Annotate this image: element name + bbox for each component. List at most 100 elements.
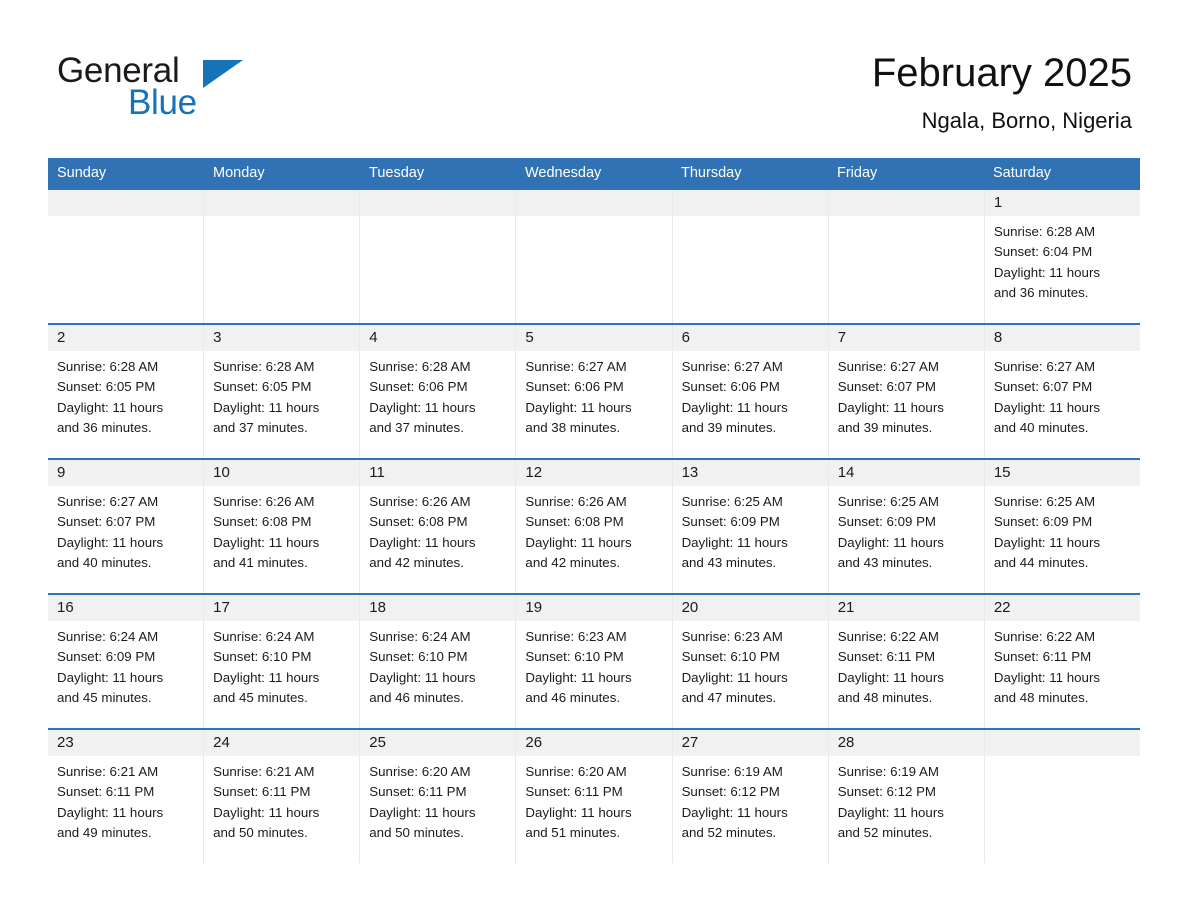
calendar-day-cell[interactable]: 21 Sunrise: 6:22 AM Sunset: 6:11 PM Dayligh… <box>827 595 984 728</box>
day-number: 18 <box>369 599 386 616</box>
calendar-day-cell[interactable]: 17 Sunrise: 6:24 AM Sunset: 6:10 PM Dayligh… <box>203 595 360 728</box>
daylight-text-cont: and 37 minutes. <box>369 419 464 435</box>
day-number-band: 9 <box>48 460 204 486</box>
weekday-header-wednesday: Wednesday <box>525 165 602 181</box>
day-number: 4 <box>369 329 378 346</box>
calendar-day-cell[interactable]: 7 Sunrise: 6:27 AM Sunset: 6:07 PM Daylight… <box>827 325 984 458</box>
day-details: Sunrise: 6:23 AM Sunset: 6:10 PM Daylight:… <box>516 621 671 708</box>
day-number-band <box>360 190 516 216</box>
calendar-day-cell[interactable]: 24 Sunrise: 6:21 AM Sunset: 6:11 PM Dayligh… <box>203 730 360 863</box>
day-number-band <box>48 190 204 216</box>
daylight-text-cont: and 52 minutes. <box>837 824 933 840</box>
day-number-band: 25 <box>360 730 516 756</box>
daylight-text-cont: and 36 minutes. <box>57 419 152 435</box>
calendar-week-row: 16 Sunrise: 6:24 AM Sunset: 6:09 PM Dayligh… <box>48 593 1140 728</box>
daylight-text-cont: and 41 minutes. <box>213 554 308 570</box>
calendar-day-cell[interactable]: 18 Sunrise: 6:24 AM Sunset: 6:10 PM Dayligh… <box>359 595 516 728</box>
weekday-header-saturday: Saturday <box>993 165 1052 181</box>
calendar-day-cell[interactable]: 9 Sunrise: 6:27 AM Sunset: 6:07 PM Daylight… <box>48 460 204 593</box>
calendar-day-cell[interactable]: 8 Sunrise: 6:27 AM Sunset: 6:07 PM Daylight… <box>983 325 1140 458</box>
sunset-text: Sunset: 6:11 PM <box>57 784 155 800</box>
calendar-day-cell[interactable]: 23 Sunrise: 6:21 AM Sunset: 6:11 PM Dayligh… <box>48 730 204 863</box>
calendar-day-cell[interactable]: 13 Sunrise: 6:25 AM Sunset: 6:09 PM Dayligh… <box>671 460 828 593</box>
day-number: 17 <box>213 599 230 616</box>
day-number-band: 6 <box>672 325 828 351</box>
day-number-band: 8 <box>984 325 1140 351</box>
calendar-day-cell[interactable]: 16 Sunrise: 6:24 AM Sunset: 6:09 PM Dayligh… <box>48 595 204 728</box>
day-number: 1 <box>993 194 1003 211</box>
calendar-day-cell[interactable]: 11 Sunrise: 6:26 AM Sunset: 6:08 PM Dayligh… <box>359 460 516 593</box>
day-number: 15 <box>993 464 1011 481</box>
day-details: Sunrise: 6:20 AM Sunset: 6:11 PM Daylight:… <box>516 756 671 843</box>
calendar-day-cell[interactable]: 27 Sunrise: 6:19 AM Sunset: 6:12 PM Dayligh… <box>671 730 828 863</box>
calendar-day-cell[interactable]: 1 Sunrise: 6:28 AM Sunset: 6:04 PM Daylight… <box>983 190 1140 323</box>
sunrise-text: Sunrise: 6:19 AM <box>681 764 783 779</box>
day-number-band <box>828 190 984 216</box>
daylight-text-cont: and 46 minutes. <box>525 689 621 705</box>
day-details: Sunrise: 6:25 AM Sunset: 6:09 PM Daylight:… <box>829 486 984 573</box>
day-number-band <box>204 190 360 216</box>
day-details <box>204 216 359 222</box>
day-number-band: 20 <box>672 595 828 621</box>
day-details: Sunrise: 6:19 AM Sunset: 6:12 PM Daylight:… <box>829 756 984 843</box>
daylight-text: Daylight: 11 hours <box>525 804 632 820</box>
day-details: Sunrise: 6:26 AM Sunset: 6:08 PM Daylight:… <box>360 486 515 573</box>
sunset-text: Sunset: 6:04 PM <box>993 244 1093 260</box>
sunrise-text: Sunrise: 6:26 AM <box>213 494 315 509</box>
calendar-day-cell[interactable]: 19 Sunrise: 6:23 AM Sunset: 6:10 PM Dayligh… <box>515 595 672 728</box>
calendar-day-cell[interactable]: 6 Sunrise: 6:27 AM Sunset: 6:06 PM Daylight… <box>671 325 828 458</box>
day-number-band: 11 <box>360 460 516 486</box>
calendar-day-cell[interactable]: 26 Sunrise: 6:20 AM Sunset: 6:11 PM Dayligh… <box>515 730 672 863</box>
weekday-header-sunday: Sunday <box>57 165 107 181</box>
daylight-text: Daylight: 11 hours <box>57 534 164 550</box>
calendar-day-cell[interactable]: 12 Sunrise: 6:26 AM Sunset: 6:08 PM Dayligh… <box>515 460 672 593</box>
calendar-day-cell[interactable]: 2 Sunrise: 6:28 AM Sunset: 6:05 PM Daylight… <box>48 325 204 458</box>
day-details <box>985 756 1140 762</box>
calendar-day-cell[interactable]: 15 Sunrise: 6:25 AM Sunset: 6:09 PM Dayligh… <box>983 460 1140 593</box>
sunrise-text: Sunrise: 6:22 AM <box>993 629 1096 644</box>
daylight-text: Daylight: 11 hours <box>837 804 944 820</box>
day-details <box>48 216 203 222</box>
daylight-text: Daylight: 11 hours <box>837 669 944 685</box>
daylight-text: Daylight: 11 hours <box>993 264 1101 280</box>
day-details: Sunrise: 6:21 AM Sunset: 6:11 PM Daylight:… <box>204 756 359 843</box>
daylight-text-cont: and 40 minutes. <box>57 554 152 570</box>
day-number-band: 28 <box>828 730 984 756</box>
day-number-band <box>984 730 1140 756</box>
sunset-text: Sunset: 6:06 PM <box>681 379 780 395</box>
calendar-day-cell[interactable]: 4 Sunrise: 6:28 AM Sunset: 6:06 PM Daylight… <box>359 325 516 458</box>
daylight-text: Daylight: 11 hours <box>57 669 164 685</box>
calendar-day-cell[interactable]: 3 Sunrise: 6:28 AM Sunset: 6:05 PM Daylight… <box>203 325 360 458</box>
day-number: 24 <box>213 734 230 751</box>
day-details: Sunrise: 6:27 AM Sunset: 6:06 PM Daylight:… <box>516 351 671 438</box>
daylight-text: Daylight: 11 hours <box>993 669 1101 685</box>
calendar-day-cell[interactable]: 22 Sunrise: 6:22 AM Sunset: 6:11 PM Dayligh… <box>983 595 1140 728</box>
sunset-text: Sunset: 6:12 PM <box>837 784 937 800</box>
sunset-text: Sunset: 6:11 PM <box>369 784 467 800</box>
sunrise-text: Sunrise: 6:24 AM <box>369 629 471 644</box>
sunset-text: Sunset: 6:06 PM <box>525 379 624 395</box>
calendar-day-cell[interactable]: 20 Sunrise: 6:23 AM Sunset: 6:10 PM Dayligh… <box>671 595 828 728</box>
calendar-day-cell[interactable]: 28 Sunrise: 6:19 AM Sunset: 6:12 PM Dayligh… <box>827 730 984 863</box>
sunset-text: Sunset: 6:11 PM <box>837 649 936 665</box>
day-details: Sunrise: 6:26 AM Sunset: 6:08 PM Daylight:… <box>204 486 359 573</box>
calendar-day-cell-empty <box>48 190 204 323</box>
calendar-day-cell[interactable]: 14 Sunrise: 6:25 AM Sunset: 6:09 PM Dayligh… <box>827 460 984 593</box>
day-details: Sunrise: 6:27 AM Sunset: 6:06 PM Daylight:… <box>673 351 828 438</box>
sunrise-text: Sunrise: 6:20 AM <box>525 764 627 779</box>
sunset-text: Sunset: 6:12 PM <box>681 784 780 800</box>
daylight-text: Daylight: 11 hours <box>681 399 788 415</box>
daylight-text-cont: and 52 minutes. <box>681 824 777 840</box>
daylight-text-cont: and 44 minutes. <box>993 554 1089 570</box>
calendar-day-cell[interactable]: 10 Sunrise: 6:26 AM Sunset: 6:08 PM Dayligh… <box>203 460 360 593</box>
sunrise-text: Sunrise: 6:27 AM <box>525 359 627 374</box>
day-number-band: 26 <box>516 730 672 756</box>
calendar-day-cell[interactable]: 25 Sunrise: 6:20 AM Sunset: 6:11 PM Dayligh… <box>359 730 516 863</box>
calendar-day-cell[interactable]: 5 Sunrise: 6:27 AM Sunset: 6:06 PM Daylight… <box>515 325 672 458</box>
day-details: Sunrise: 6:27 AM Sunset: 6:07 PM Daylight:… <box>829 351 984 438</box>
calendar-day-cell-empty <box>671 190 828 323</box>
day-number-band: 14 <box>828 460 984 486</box>
day-details: Sunrise: 6:22 AM Sunset: 6:11 PM Daylight:… <box>829 621 984 708</box>
day-number: 27 <box>681 734 699 751</box>
sunrise-text: Sunrise: 6:27 AM <box>993 359 1096 374</box>
